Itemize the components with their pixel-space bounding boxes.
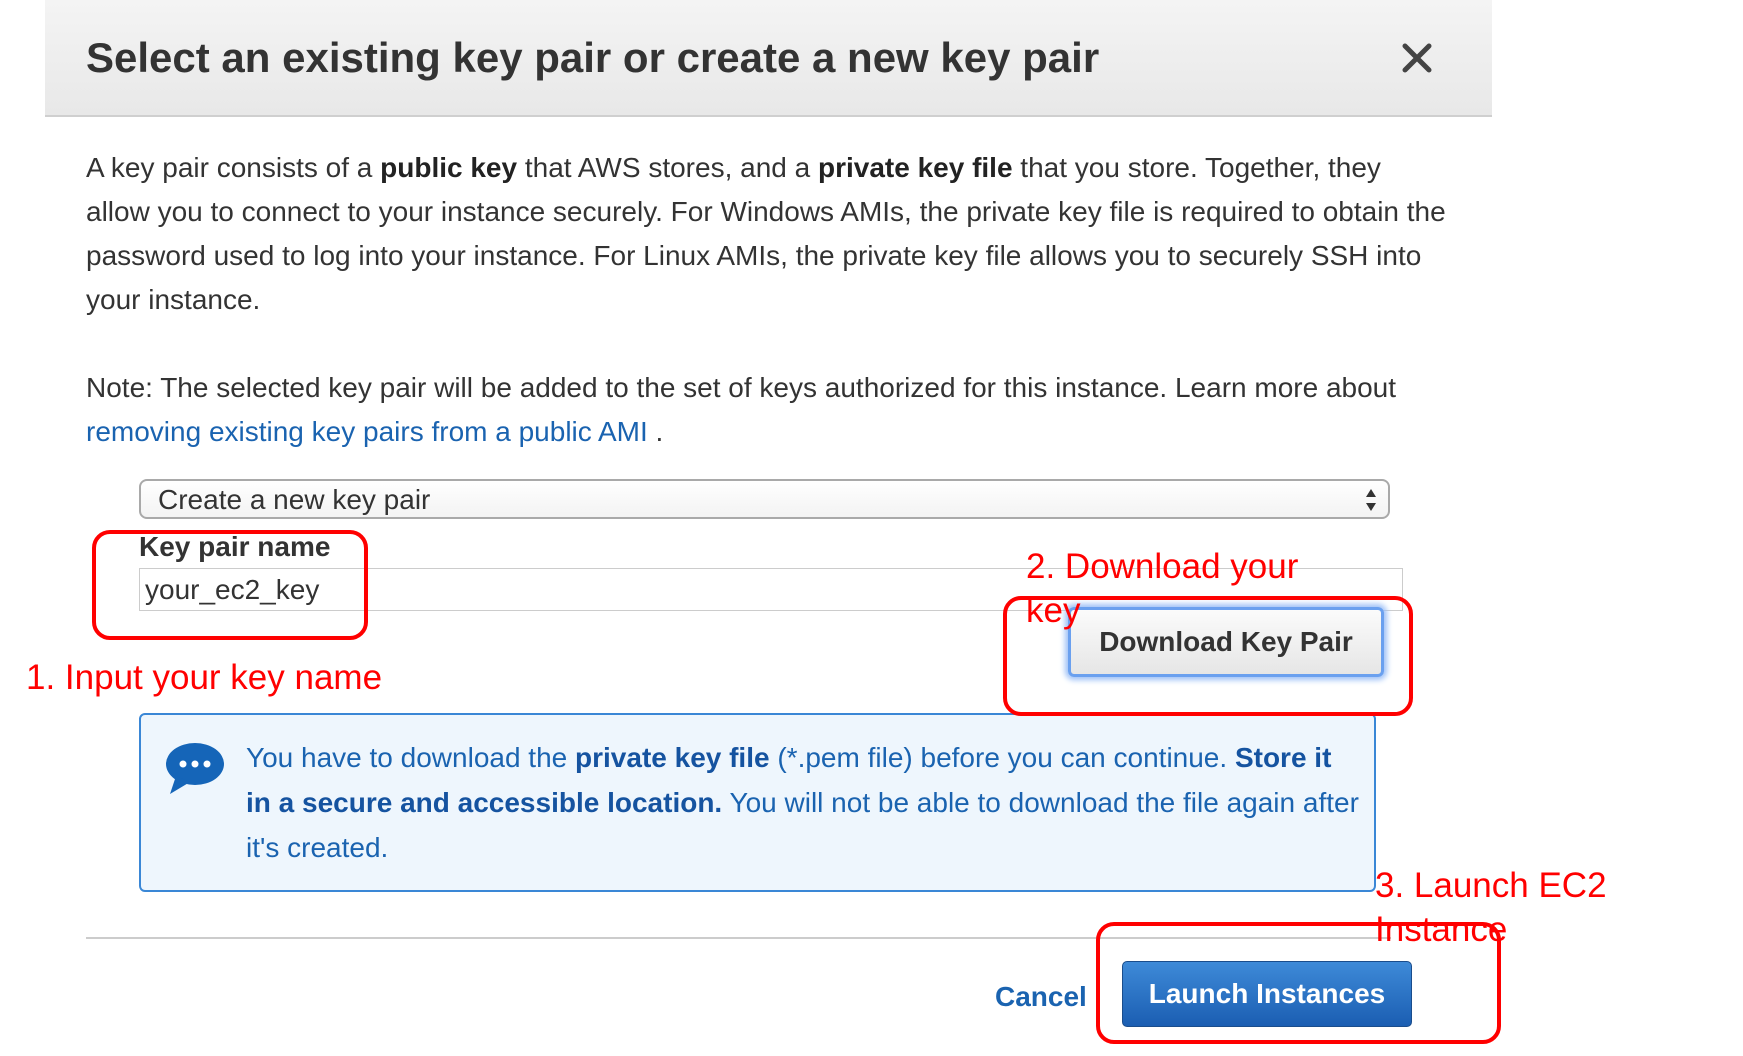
intro-bold-public-key: public key [380,152,518,183]
key-pair-select[interactable]: Create a new key pair [139,479,1390,519]
dialog-header: Select an existing key pair or create a … [45,0,1492,117]
note-end: . [647,416,664,447]
intro-bold-private-key: private key file [817,152,1013,183]
info-text-1: You have to download the [246,742,576,773]
note-paragraph: Note: The selected key pair will be adde… [86,366,1446,454]
intro-paragraph: A key pair consists of a public key that… [86,146,1446,322]
dialog-title: Select an existing key pair or create a … [86,34,1100,81]
info-bold-private-key: private key file [575,742,770,773]
annotation-step2: 2. Download your key [1026,547,1299,630]
info-message-text: You have to download the private key fil… [246,735,1361,870]
key-pair-select-value: Create a new key pair [158,484,431,515]
info-message-box: You have to download the private key fil… [139,713,1376,892]
note-text: Note: The selected key pair will be adde… [86,372,1397,403]
close-icon[interactable] [1395,36,1439,80]
cancel-link[interactable]: Cancel [995,977,1087,1017]
intro-text-1: A key pair consists of a [86,152,381,183]
info-text-2: (*.pem file) before you can continue. [769,742,1235,773]
remove-key-pairs-link[interactable]: removing existing key pairs from a publi… [86,416,648,447]
annotation-step1: 1. Input your key name [26,658,383,697]
annotation-step3: 3. Launch EC2 Instance [1375,866,1607,949]
chat-bubble-icon [164,740,226,796]
launch-instances-button[interactable]: Launch Instances [1122,961,1412,1027]
key-pair-name-label: Key pair name [139,531,331,562]
footer-divider [86,937,1391,939]
select-arrows-icon [1364,486,1378,514]
intro-text-2: that AWS stores, and a [517,152,818,183]
